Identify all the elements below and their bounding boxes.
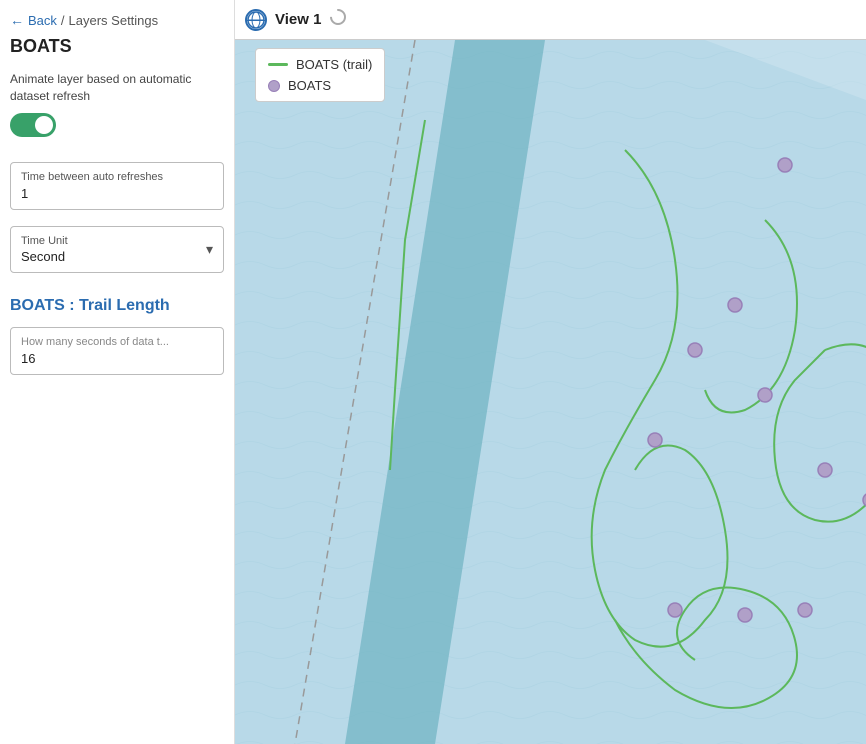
map-canvas — [235, 40, 866, 744]
time-unit-label: Time Unit — [21, 235, 68, 247]
time-refresh-field[interactable]: Time between auto refreshes 1 — [10, 162, 224, 210]
map-header: View 1 — [235, 0, 866, 40]
legend-line-icon — [268, 63, 288, 66]
legend-item-trail: BOATS (trail) — [268, 57, 372, 72]
left-panel: ← Back / Layers Settings BOATS Animate l… — [0, 0, 235, 744]
water-background — [235, 40, 866, 744]
trail-section-title: BOATS : Trail Length — [10, 297, 224, 315]
trail-data-value: 16 — [21, 351, 213, 366]
loading-icon — [329, 8, 347, 31]
back-arrow-icon: ← — [10, 12, 24, 28]
view-title: View 1 — [275, 11, 321, 28]
time-refresh-value: 1 — [21, 186, 213, 201]
legend-popup: BOATS (trail) BOATS — [255, 48, 385, 102]
chevron-down-icon: ▾ — [206, 241, 213, 258]
breadcrumb: ← Back / Layers Settings — [10, 12, 224, 28]
panel-title: BOATS — [10, 36, 224, 57]
time-unit-value: Second — [21, 249, 68, 264]
legend-boats-label: BOATS — [288, 78, 331, 93]
breadcrumb-layers-settings: Layers Settings — [69, 13, 159, 28]
legend-item-boats: BOATS — [268, 78, 372, 93]
trail-data-label: How many seconds of data t... — [21, 336, 213, 348]
breadcrumb-separator: / — [61, 13, 65, 28]
trail-data-field[interactable]: How many seconds of data t... 16 — [10, 327, 224, 375]
time-refresh-label: Time between auto refreshes — [21, 171, 213, 183]
animate-label: Animate layer based on automatic dataset… — [10, 71, 224, 105]
map-panel: View 1 BOATS (trail) BOATS — [235, 0, 866, 744]
globe-icon — [245, 9, 267, 31]
back-link[interactable]: Back — [28, 13, 57, 28]
legend-trail-label: BOATS (trail) — [296, 57, 372, 72]
legend-circle-icon — [268, 80, 280, 92]
animate-toggle[interactable] — [10, 113, 56, 137]
time-unit-select[interactable]: Time Unit Second ▾ — [10, 226, 224, 273]
animate-toggle-wrap — [10, 113, 224, 142]
